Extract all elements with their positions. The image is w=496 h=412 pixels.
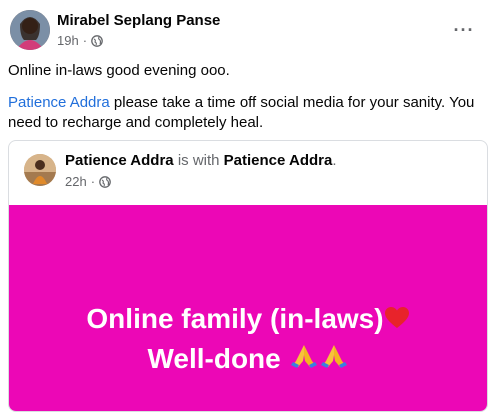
post-header: Mirabel Seplang Panse 19h · ···: [8, 6, 488, 54]
panel-headline: Online family (in-laws) Well-done: [9, 300, 487, 379]
globe-icon: [99, 175, 111, 188]
author-name[interactable]: Mirabel Seplang Panse: [57, 12, 220, 29]
post-time[interactable]: 19h: [57, 33, 79, 48]
with-text: is with: [173, 152, 224, 169]
shared-post-time[interactable]: 22h: [65, 174, 87, 189]
shared-post-header: Patience Addra is with Patience Addra. 2…: [9, 141, 487, 205]
praying-hands-icon: [289, 341, 319, 379]
shared-author-line: Patience Addra is with Patience Addra.: [65, 152, 337, 169]
mention-link[interactable]: Patience Addra: [8, 94, 110, 111]
text-background-panel[interactable]: Online family (in-laws) Well-done: [9, 205, 487, 411]
shared-post-card[interactable]: Patience Addra is with Patience Addra. 2…: [8, 140, 488, 412]
shared-post-meta: 22h ·: [65, 174, 111, 189]
tagged-name[interactable]: Patience Addra: [224, 152, 333, 169]
headline-line-1: Online family (in-laws): [9, 300, 487, 340]
heart-icon: [384, 302, 410, 340]
headline-line-2-text: Well-done: [147, 342, 281, 374]
headline-line-2: Well-done: [9, 340, 487, 380]
post-line-1: Online in-laws good evening ooo.: [8, 62, 230, 79]
meta-separator: ·: [82, 33, 88, 48]
post-line-2: Patience Addra please take a time off so…: [8, 93, 488, 133]
shared-meta-separator: ·: [90, 174, 96, 189]
more-options-icon[interactable]: ···: [452, 18, 476, 42]
praying-hands-icon: [319, 341, 349, 379]
globe-icon: [91, 34, 103, 47]
headline-line-1-text: Online family (in-laws): [86, 303, 384, 334]
post-meta: 19h ·: [57, 33, 103, 48]
post-body: Online in-laws good evening ooo. Patienc…: [8, 61, 488, 145]
author-avatar[interactable]: [10, 10, 50, 50]
shared-author-name[interactable]: Patience Addra: [65, 152, 174, 169]
period: .: [332, 152, 337, 169]
shared-author-avatar[interactable]: [24, 154, 56, 186]
